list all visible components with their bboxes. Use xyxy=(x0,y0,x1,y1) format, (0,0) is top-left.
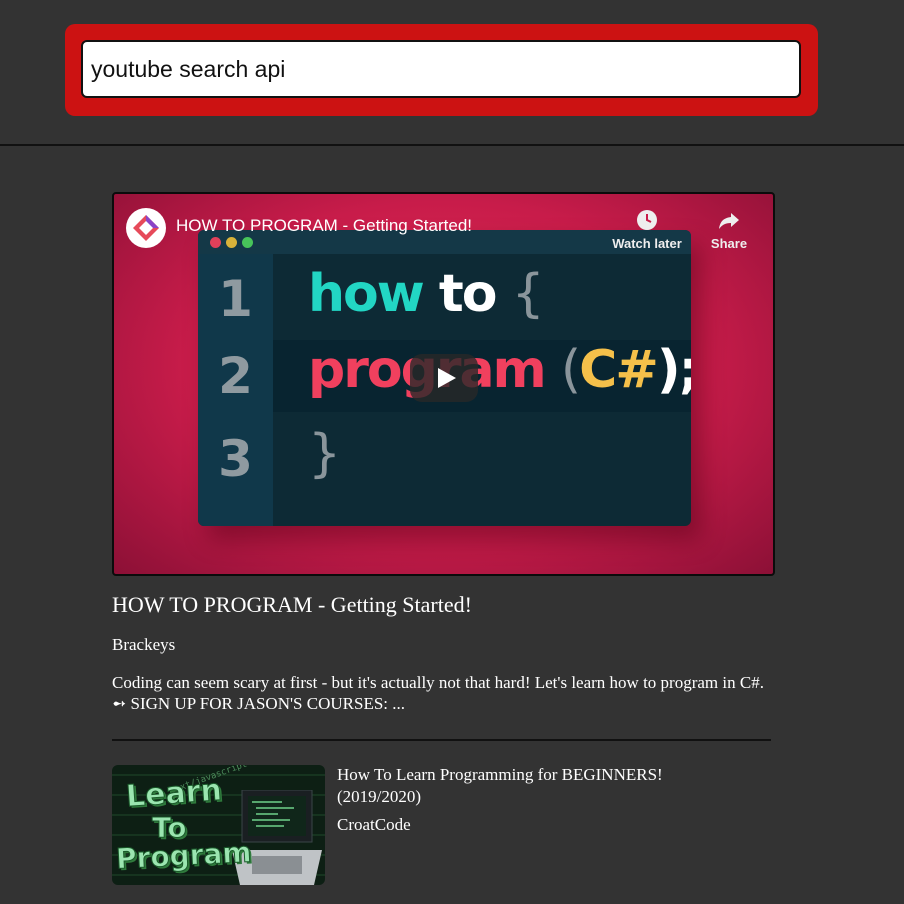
channel-logo-icon[interactable] xyxy=(126,208,166,248)
code-line-2: program (C#); xyxy=(308,340,691,400)
line-number: 3 xyxy=(218,430,253,488)
thumbnail-word: Program xyxy=(115,835,253,876)
featured-channel-name: Brackeys xyxy=(112,635,176,654)
result-thumbnail[interactable]: text/javascript Learn To Program xyxy=(112,765,325,885)
share-button[interactable]: Share xyxy=(684,208,773,251)
result-channel-name: CroatCode xyxy=(337,815,411,834)
video-player[interactable]: 1 2 3 how to { program (C#); } HOW TO PR… xyxy=(112,192,775,576)
featured-video-title[interactable]: HOW TO PROGRAM - Getting Started! xyxy=(112,592,472,618)
featured-description: Coding can seem scary at first - but it'… xyxy=(112,673,764,713)
result-title[interactable]: How To Learn Programming for BEGINNERS! … xyxy=(337,764,737,808)
search-bar xyxy=(65,24,818,116)
thumbnail-word: Learn xyxy=(124,772,223,815)
player-title[interactable]: HOW TO PROGRAM - Getting Started! xyxy=(176,216,472,236)
watch-later-button[interactable]: Watch later xyxy=(602,208,692,251)
play-icon[interactable] xyxy=(410,354,478,402)
clock-icon xyxy=(637,210,657,230)
line-number: 2 xyxy=(218,347,253,405)
share-icon xyxy=(719,213,739,229)
header-divider xyxy=(0,144,904,146)
code-line-1: how to { xyxy=(308,264,545,324)
code-line-3: } xyxy=(308,424,341,484)
search-input[interactable] xyxy=(81,40,801,98)
results-divider xyxy=(112,739,771,741)
line-number: 1 xyxy=(218,270,253,328)
share-label: Share xyxy=(710,236,748,251)
watch-later-label: Watch later xyxy=(612,236,682,251)
